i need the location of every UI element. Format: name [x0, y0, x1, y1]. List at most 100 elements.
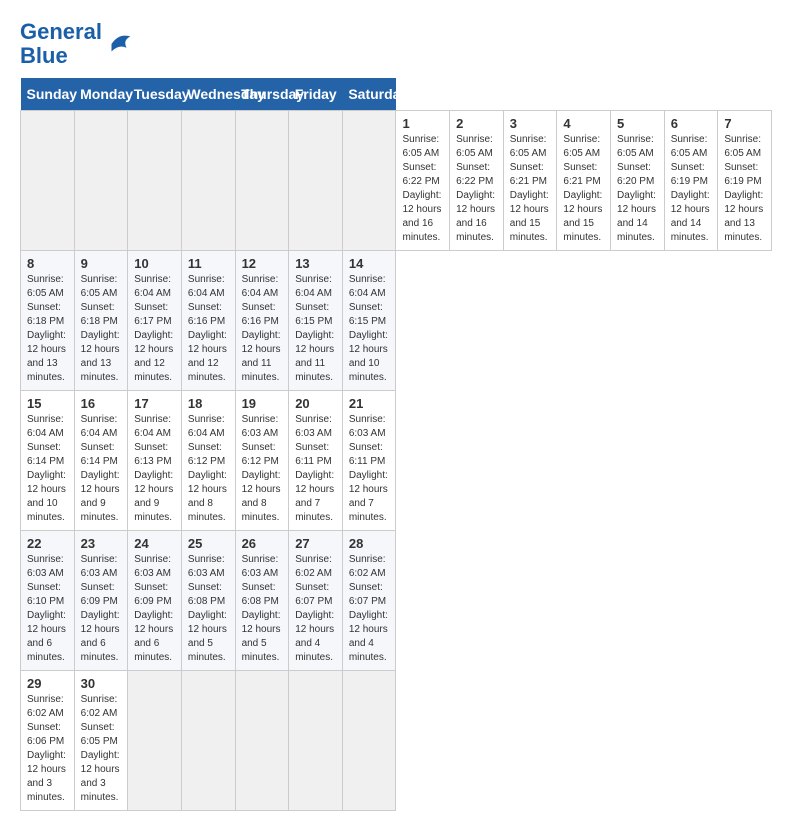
- calendar-cell: 21 Sunrise: 6:03 AM Sunset: 6:11 PM Dayl…: [342, 391, 396, 531]
- day-info: Sunrise: 6:04 AM Sunset: 6:16 PM Dayligh…: [242, 273, 283, 385]
- calendar-cell: 22 Sunrise: 6:03 AM Sunset: 6:10 PM Dayl…: [21, 531, 75, 671]
- calendar-cell: 10 Sunrise: 6:04 AM Sunset: 6:17 PM Dayl…: [128, 251, 182, 391]
- day-number: 18: [188, 396, 229, 411]
- day-number: 24: [134, 536, 175, 551]
- day-number: 30: [81, 676, 122, 691]
- day-number: 22: [27, 536, 68, 551]
- day-info: Sunrise: 6:05 AM Sunset: 6:19 PM Dayligh…: [671, 133, 712, 245]
- day-info: Sunrise: 6:05 AM Sunset: 6:20 PM Dayligh…: [617, 133, 658, 245]
- calendar-cell: 2 Sunrise: 6:05 AM Sunset: 6:22 PM Dayli…: [450, 111, 504, 251]
- calendar-cell: [74, 111, 128, 251]
- weekday-header-sunday: Sunday: [21, 78, 75, 111]
- day-info: Sunrise: 6:04 AM Sunset: 6:15 PM Dayligh…: [295, 273, 336, 385]
- calendar-cell: 30 Sunrise: 6:02 AM Sunset: 6:05 PM Dayl…: [74, 671, 128, 811]
- calendar-cell: 13 Sunrise: 6:04 AM Sunset: 6:15 PM Dayl…: [289, 251, 343, 391]
- day-info: Sunrise: 6:05 AM Sunset: 6:21 PM Dayligh…: [563, 133, 604, 245]
- calendar-cell: 7 Sunrise: 6:05 AM Sunset: 6:19 PM Dayli…: [718, 111, 772, 251]
- day-number: 5: [617, 116, 658, 131]
- calendar-cell: [289, 111, 343, 251]
- day-info: Sunrise: 6:04 AM Sunset: 6:15 PM Dayligh…: [349, 273, 390, 385]
- calendar-cell: 23 Sunrise: 6:03 AM Sunset: 6:09 PM Dayl…: [74, 531, 128, 671]
- day-info: Sunrise: 6:04 AM Sunset: 6:12 PM Dayligh…: [188, 413, 229, 525]
- calendar-cell: 1 Sunrise: 6:05 AM Sunset: 6:22 PM Dayli…: [396, 111, 450, 251]
- day-info: Sunrise: 6:05 AM Sunset: 6:22 PM Dayligh…: [402, 133, 443, 245]
- logo-text: GeneralBlue: [20, 20, 102, 68]
- day-number: 7: [724, 116, 765, 131]
- day-info: Sunrise: 6:03 AM Sunset: 6:12 PM Dayligh…: [242, 413, 283, 525]
- day-info: Sunrise: 6:05 AM Sunset: 6:18 PM Dayligh…: [81, 273, 122, 385]
- day-number: 14: [349, 256, 390, 271]
- weekday-header-wednesday: Wednesday: [181, 78, 235, 111]
- page-header: GeneralBlue: [20, 20, 772, 68]
- calendar-cell: [21, 111, 75, 251]
- weekday-header-friday: Friday: [289, 78, 343, 111]
- calendar-cell: [128, 671, 182, 811]
- calendar-cell: 6 Sunrise: 6:05 AM Sunset: 6:19 PM Dayli…: [664, 111, 718, 251]
- calendar-cell: 18 Sunrise: 6:04 AM Sunset: 6:12 PM Dayl…: [181, 391, 235, 531]
- day-number: 8: [27, 256, 68, 271]
- day-info: Sunrise: 6:05 AM Sunset: 6:21 PM Dayligh…: [510, 133, 551, 245]
- day-number: 29: [27, 676, 68, 691]
- calendar-cell: 25 Sunrise: 6:03 AM Sunset: 6:08 PM Dayl…: [181, 531, 235, 671]
- day-number: 15: [27, 396, 68, 411]
- day-number: 23: [81, 536, 122, 551]
- day-info: Sunrise: 6:02 AM Sunset: 6:07 PM Dayligh…: [295, 553, 336, 665]
- day-number: 12: [242, 256, 283, 271]
- weekday-header-tuesday: Tuesday: [128, 78, 182, 111]
- calendar-cell: 19 Sunrise: 6:03 AM Sunset: 6:12 PM Dayl…: [235, 391, 289, 531]
- calendar-cell: [342, 671, 396, 811]
- day-info: Sunrise: 6:03 AM Sunset: 6:09 PM Dayligh…: [81, 553, 122, 665]
- calendar-cell: 8 Sunrise: 6:05 AM Sunset: 6:18 PM Dayli…: [21, 251, 75, 391]
- day-info: Sunrise: 6:03 AM Sunset: 6:08 PM Dayligh…: [242, 553, 283, 665]
- weekday-header-saturday: Saturday: [342, 78, 396, 111]
- calendar-cell: 5 Sunrise: 6:05 AM Sunset: 6:20 PM Dayli…: [611, 111, 665, 251]
- day-info: Sunrise: 6:03 AM Sunset: 6:09 PM Dayligh…: [134, 553, 175, 665]
- day-info: Sunrise: 6:02 AM Sunset: 6:05 PM Dayligh…: [81, 693, 122, 805]
- day-number: 2: [456, 116, 497, 131]
- day-number: 25: [188, 536, 229, 551]
- calendar-cell: 29 Sunrise: 6:02 AM Sunset: 6:06 PM Dayl…: [21, 671, 75, 811]
- day-info: Sunrise: 6:04 AM Sunset: 6:14 PM Dayligh…: [27, 413, 68, 525]
- calendar-cell: 9 Sunrise: 6:05 AM Sunset: 6:18 PM Dayli…: [74, 251, 128, 391]
- calendar-cell: [235, 671, 289, 811]
- day-number: 27: [295, 536, 336, 551]
- day-number: 19: [242, 396, 283, 411]
- calendar-cell: 28 Sunrise: 6:02 AM Sunset: 6:07 PM Dayl…: [342, 531, 396, 671]
- day-info: Sunrise: 6:04 AM Sunset: 6:16 PM Dayligh…: [188, 273, 229, 385]
- weekday-header-monday: Monday: [74, 78, 128, 111]
- calendar-cell: 26 Sunrise: 6:03 AM Sunset: 6:08 PM Dayl…: [235, 531, 289, 671]
- calendar-cell: 11 Sunrise: 6:04 AM Sunset: 6:16 PM Dayl…: [181, 251, 235, 391]
- calendar-cell: [181, 671, 235, 811]
- day-info: Sunrise: 6:05 AM Sunset: 6:19 PM Dayligh…: [724, 133, 765, 245]
- calendar-table: SundayMondayTuesdayWednesdayThursdayFrid…: [20, 78, 772, 811]
- day-info: Sunrise: 6:04 AM Sunset: 6:13 PM Dayligh…: [134, 413, 175, 525]
- day-number: 4: [563, 116, 604, 131]
- calendar-cell: 17 Sunrise: 6:04 AM Sunset: 6:13 PM Dayl…: [128, 391, 182, 531]
- calendar-cell: 15 Sunrise: 6:04 AM Sunset: 6:14 PM Dayl…: [21, 391, 75, 531]
- day-number: 9: [81, 256, 122, 271]
- calendar-cell: 16 Sunrise: 6:04 AM Sunset: 6:14 PM Dayl…: [74, 391, 128, 531]
- logo-bird-icon: [104, 29, 134, 59]
- day-number: 6: [671, 116, 712, 131]
- weekday-header-thursday: Thursday: [235, 78, 289, 111]
- day-info: Sunrise: 6:03 AM Sunset: 6:08 PM Dayligh…: [188, 553, 229, 665]
- calendar-cell: 4 Sunrise: 6:05 AM Sunset: 6:21 PM Dayli…: [557, 111, 611, 251]
- calendar-cell: [342, 111, 396, 251]
- day-number: 21: [349, 396, 390, 411]
- day-number: 1: [402, 116, 443, 131]
- day-info: Sunrise: 6:03 AM Sunset: 6:11 PM Dayligh…: [349, 413, 390, 525]
- calendar-cell: 24 Sunrise: 6:03 AM Sunset: 6:09 PM Dayl…: [128, 531, 182, 671]
- day-number: 16: [81, 396, 122, 411]
- day-info: Sunrise: 6:03 AM Sunset: 6:11 PM Dayligh…: [295, 413, 336, 525]
- day-info: Sunrise: 6:02 AM Sunset: 6:06 PM Dayligh…: [27, 693, 68, 805]
- calendar-cell: [289, 671, 343, 811]
- logo: GeneralBlue: [20, 20, 134, 68]
- day-number: 13: [295, 256, 336, 271]
- calendar-cell: 20 Sunrise: 6:03 AM Sunset: 6:11 PM Dayl…: [289, 391, 343, 531]
- calendar-cell: [128, 111, 182, 251]
- day-number: 3: [510, 116, 551, 131]
- day-number: 28: [349, 536, 390, 551]
- calendar-cell: 14 Sunrise: 6:04 AM Sunset: 6:15 PM Dayl…: [342, 251, 396, 391]
- calendar-cell: [235, 111, 289, 251]
- calendar-cell: 12 Sunrise: 6:04 AM Sunset: 6:16 PM Dayl…: [235, 251, 289, 391]
